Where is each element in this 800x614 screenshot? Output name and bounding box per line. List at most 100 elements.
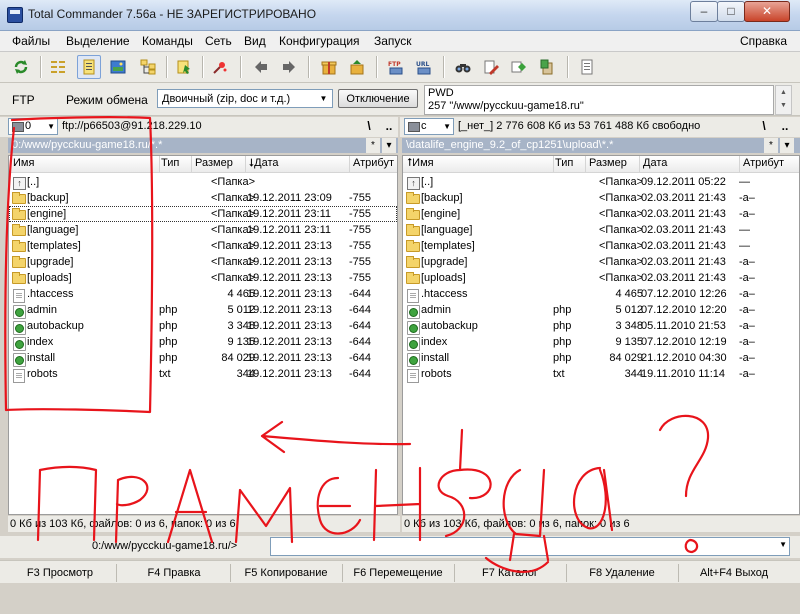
back-icon[interactable] [250, 56, 272, 78]
ftp-log[interactable]: PWD 257 "/www/pycckuu-game18.ru" [424, 85, 774, 115]
f8-delete-button[interactable]: F8 Удаление [566, 564, 679, 582]
folder-row[interactable]: [uploads] <Папка> 19.12.2011 23:13 -755 [9, 270, 397, 286]
forward-icon[interactable] [278, 56, 300, 78]
ftp-connect-icon[interactable]: FTP [385, 56, 407, 78]
folder-row[interactable]: [language] <Папка> 02.03.2011 21:43 — [403, 222, 799, 238]
column-type[interactable]: Тип [555, 157, 573, 169]
f6-move-button[interactable]: F6 Перемещение [342, 564, 455, 582]
folder-icon [12, 256, 26, 268]
chevron-down-icon: ▼ [319, 94, 328, 103]
file-row[interactable]: robots txt 344 19.12.2011 23:13 -644 [9, 366, 397, 383]
right-drive-select[interactable]: c ▼ [404, 118, 454, 135]
file-row[interactable]: .htaccess 4 465 07.12.2010 12:26 -a– [403, 286, 799, 303]
column-size[interactable]: Размер [195, 157, 233, 169]
right-up-button[interactable]: .. [776, 117, 794, 135]
right-path-history-button[interactable]: ▾ [780, 138, 794, 153]
rename-icon[interactable] [480, 56, 502, 78]
file-name: .htaccess [421, 288, 468, 300]
notepad-icon[interactable] [536, 56, 558, 78]
file-row[interactable]: index php 9 135 19.12.2011 23:13 -644 [9, 334, 397, 351]
right-path-bar[interactable]: \datalife_engine_9.2_of_cp1251\upload\*.… [402, 138, 800, 153]
column-size[interactable]: Размер [589, 157, 627, 169]
column-name[interactable]: Имя [13, 157, 34, 169]
detailed-view-icon[interactable] [77, 55, 101, 79]
right-drive-letter: c [421, 120, 427, 132]
column-date[interactable]: Дата [643, 157, 667, 169]
folder-row[interactable]: [engine] <Папка> 19.12.2011 23:11 -755 [9, 206, 397, 222]
invert-selection-icon[interactable] [173, 56, 195, 78]
file-type: php [159, 304, 178, 316]
menu-launch[interactable]: Запуск [374, 34, 412, 48]
ftp-log-scrollbar[interactable]: ▲ ▼ [775, 85, 792, 115]
folder-row[interactable]: [backup] <Папка> 19.12.2011 23:09 -755 [9, 190, 397, 206]
f5-copy-button[interactable]: F5 Копирование [230, 564, 343, 582]
transfer-mode-select[interactable]: Двоичный (zip, doc и т.д.) ▼ [157, 89, 333, 108]
file-row[interactable]: admin php 5 012 19.12.2011 23:13 -644 [9, 302, 397, 319]
folder-row[interactable]: [upgrade] <Папка> 02.03.2011 21:43 -a– [403, 254, 799, 270]
menu-configuration[interactable]: Конфигурация [279, 34, 360, 48]
file-type: php [159, 320, 178, 332]
column-attributes[interactable]: Атрибут [353, 157, 394, 169]
left-path-filter-button[interactable]: * [366, 138, 380, 153]
folder-row[interactable]: [engine] <Папка> 02.03.2011 21:43 -a– [403, 206, 799, 222]
file-attributes: -755 [349, 224, 372, 236]
file-row[interactable]: robots txt 344 19.11.2010 11:14 -a– [403, 366, 799, 383]
select-icon[interactable] [209, 56, 231, 78]
file-row[interactable]: .htaccess 4 465 19.12.2011 23:13 -644 [9, 286, 397, 303]
left-path-history-button[interactable]: ▾ [382, 138, 396, 153]
file-row[interactable]: admin php 5 012 07.12.2010 12:20 -a– [403, 302, 799, 319]
command-line-input[interactable]: ▼ [270, 537, 790, 556]
php-file-icon [406, 352, 420, 367]
config-icon[interactable] [576, 56, 598, 78]
altf4-exit-button[interactable]: Alt+F4 Выход [678, 564, 790, 582]
column-type[interactable]: Тип [161, 157, 179, 169]
folder-row[interactable]: [templates] <Папка> 19.12.2011 23:13 -755 [9, 238, 397, 254]
maximize-button[interactable]: □ [717, 1, 745, 22]
file-row[interactable]: install php 84 029 19.12.2011 23:13 -644 [9, 350, 397, 367]
right-root-button[interactable]: \ [755, 117, 773, 135]
left-file-panel[interactable]: Имя Тип Размер ⭣Дата Атрибут ↑ [..] <Папка… [8, 155, 398, 515]
refresh-icon[interactable] [10, 56, 32, 78]
brief-view-icon[interactable] [47, 56, 69, 78]
column-attributes[interactable]: Атрибут [743, 157, 784, 169]
menu-network[interactable]: Сеть [205, 34, 232, 48]
close-button[interactable]: ✕ [744, 1, 790, 22]
left-path-bar[interactable]: 0:/www/pycckuu-game18.ru/*.* * ▾ [8, 138, 398, 153]
parent-dir-row[interactable]: ↑ [..] <Папка> [9, 174, 397, 190]
folder-row[interactable]: [templates] <Папка> 02.03.2011 21:43 — [403, 238, 799, 254]
folder-row[interactable]: [upgrade] <Папка> 19.12.2011 23:13 -755 [9, 254, 397, 270]
thumbnails-icon[interactable] [107, 56, 129, 78]
left-up-button[interactable]: .. [380, 117, 398, 135]
column-name[interactable]: ⭡Имя [407, 157, 434, 170]
sync-icon[interactable] [508, 56, 530, 78]
disconnect-button[interactable]: Отключение [338, 89, 418, 108]
minimize-button[interactable]: – [690, 1, 718, 22]
file-row[interactable]: install php 84 029 21.12.2010 04:30 -a– [403, 350, 799, 367]
folder-row[interactable]: [backup] <Папка> 02.03.2011 21:43 -a– [403, 190, 799, 206]
f3-view-button[interactable]: F3 Просмотр [4, 564, 117, 582]
find-icon[interactable] [452, 56, 474, 78]
unpack-icon[interactable] [346, 56, 368, 78]
chevron-down-icon[interactable]: ▼ [779, 540, 787, 549]
right-path-filter-button[interactable]: * [764, 138, 778, 153]
pack-icon[interactable] [318, 56, 340, 78]
menu-help[interactable]: Справка [740, 34, 787, 48]
menu-selection[interactable]: Выделение [66, 34, 130, 48]
file-row[interactable]: autobackup php 3 348 19.12.2011 23:13 -644 [9, 318, 397, 335]
file-row[interactable]: index php 9 135 07.12.2010 12:19 -a– [403, 334, 799, 351]
left-drive-select[interactable]: 0 ▼ [8, 118, 58, 135]
f7-mkdir-button[interactable]: F7 Каталог [454, 564, 567, 582]
left-root-button[interactable]: \ [360, 117, 378, 135]
folder-row[interactable]: [uploads] <Папка> 02.03.2011 21:43 -a– [403, 270, 799, 286]
menu-files[interactable]: Файлы [12, 34, 50, 48]
url-connect-icon[interactable]: URL [413, 56, 435, 78]
column-date[interactable]: ⭣Дата [249, 157, 279, 170]
file-row[interactable]: autobackup php 3 348 05.11.2010 21:53 -a– [403, 318, 799, 335]
f4-edit-button[interactable]: F4 Правка [118, 564, 231, 582]
folder-row[interactable]: [language] <Папка> 19.12.2011 23:11 -755 [9, 222, 397, 238]
right-file-panel[interactable]: ⭡Имя Тип Размер Дата Атрибут ↑ [..] <Папка… [402, 155, 800, 515]
menu-commands[interactable]: Команды [142, 34, 193, 48]
menu-view[interactable]: Вид [244, 34, 266, 48]
parent-dir-row[interactable]: ↑ [..] <Папка> 09.12.2011 05:22 — [403, 174, 799, 190]
tree-icon[interactable] [137, 56, 159, 78]
